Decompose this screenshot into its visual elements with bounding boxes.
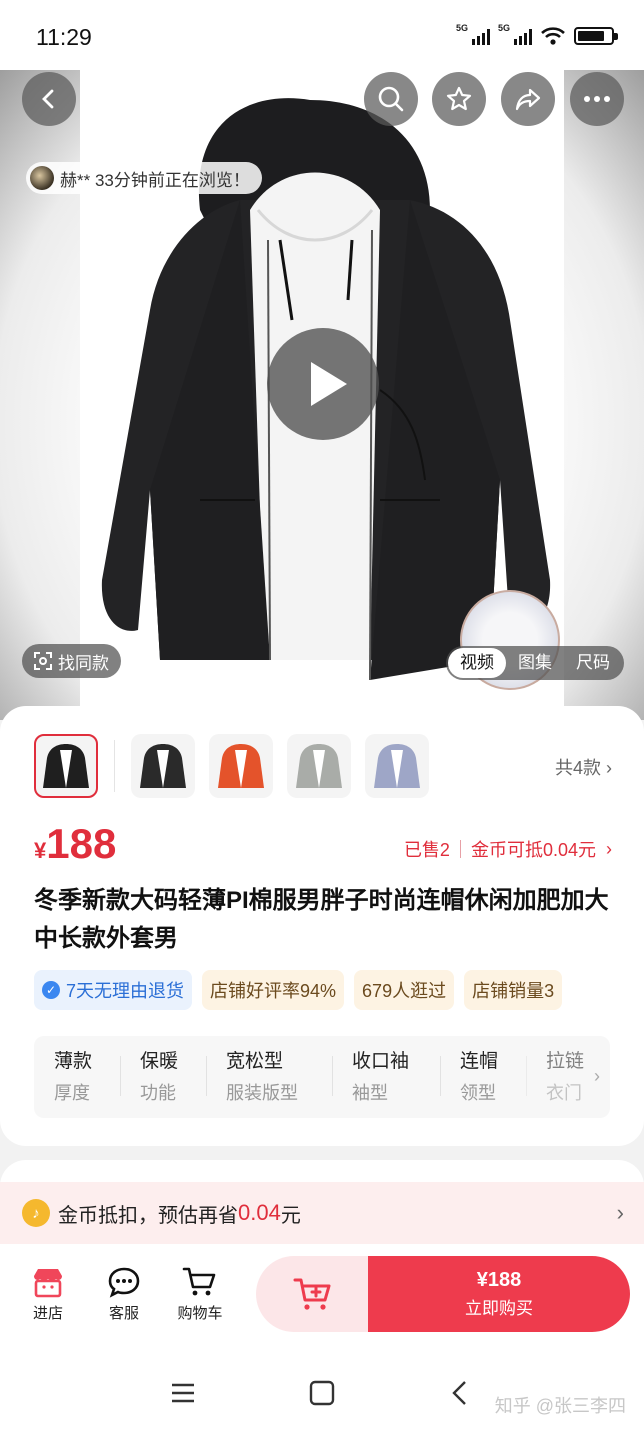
cart-label: 购物车 [177, 1305, 223, 1322]
variant-count-link[interactable]: 共4款 › [555, 754, 612, 780]
avatar [30, 166, 54, 190]
menu-icon[interactable] [170, 1382, 196, 1404]
battery-icon [574, 27, 618, 45]
verified-icon: ✓ [42, 981, 60, 999]
tag-visitors[interactable]: 679人逛过 [354, 970, 455, 1010]
browse-notice-text: 赫** 33分钟前正在浏览！ [60, 170, 250, 190]
coin-bar-amount: 0.04 [238, 1200, 281, 1225]
variant-thumb-gray[interactable] [287, 734, 351, 798]
store-icon [34, 1269, 62, 1298]
tag-rating[interactable]: 店铺好评率94% [202, 970, 345, 1010]
chevron-right-icon: › [606, 838, 612, 859]
action-bar: 进店 客服 购物车 ¥188 立即购买 [0, 1244, 644, 1348]
search-button[interactable] [364, 72, 418, 126]
share-icon [515, 88, 541, 111]
scan-icon [34, 652, 52, 670]
tab-size[interactable]: 尺码 [564, 648, 622, 678]
service-tags: ✓ 7天无理由退货 店铺好评率94% 679人逛过 店铺销量3 [34, 970, 644, 1010]
coin-deduct-bar[interactable]: ♪ 金币抵扣，预估再省 0.04 元 › [0, 1182, 644, 1244]
play-video-button[interactable] [267, 328, 379, 440]
sold-count: 已售2 [403, 840, 450, 860]
status-icons: 5G 5G [456, 23, 618, 46]
service-label: 客服 [108, 1305, 139, 1322]
attr-sleeve: 收口袖 袖型 [332, 1036, 440, 1118]
product-media[interactable]: 赫** 33分钟前正在浏览！ 找同款 视频 图集 尺码 [0, 60, 644, 720]
sales-info[interactable]: 已售2 金币可抵0.04元 › [404, 836, 612, 862]
add-to-cart-button[interactable] [256, 1256, 370, 1332]
variant-thumb-blue[interactable] [365, 734, 429, 798]
cart-add-icon [293, 1278, 331, 1310]
status-time: 11:29 [36, 24, 92, 50]
store-label: 进店 [32, 1305, 63, 1322]
divider [459, 840, 461, 858]
home-icon[interactable] [309, 1380, 335, 1406]
wifi-icon [541, 27, 565, 45]
more-icon [584, 96, 610, 102]
jacket-thumbnail [374, 744, 420, 788]
tag-store-sales[interactable]: 店铺销量3 [464, 970, 563, 1010]
cart-icon [182, 1267, 216, 1296]
signal-icon: 5G [456, 23, 490, 45]
back-button[interactable] [22, 72, 76, 126]
chevron-right-icon: › [594, 1066, 600, 1086]
watermark: 知乎 @张三李四 [494, 1396, 626, 1416]
coin-icon: ♪ [22, 1199, 50, 1227]
chevron-left-icon [42, 89, 54, 109]
back-nav-icon[interactable] [450, 1380, 470, 1406]
attr-collar: 连帽 领型 [440, 1036, 526, 1118]
media-tabs: 视频 图集 尺码 [446, 646, 624, 680]
chat-icon [108, 1267, 140, 1298]
more-button[interactable] [570, 72, 624, 126]
divider [114, 740, 115, 792]
find-same-button[interactable]: 找同款 [22, 644, 121, 678]
jacket-thumbnail [296, 744, 342, 788]
price-value: 188 [46, 820, 117, 867]
star-icon [446, 86, 472, 111]
variant-thumbnails [34, 734, 429, 798]
jacket-thumbnail [140, 744, 186, 788]
variant-thumb-orange[interactable] [209, 734, 273, 798]
share-button[interactable] [501, 72, 555, 126]
buy-now-price: ¥188 [476, 1269, 522, 1291]
variant-count-label: 共4款 [554, 758, 601, 778]
product-title: 冬季新款大码轻薄PI棉服男胖子时尚连帽休闲加肥加大中长款外套男 [34, 887, 609, 952]
product-info-card: 共4款 › ¥188 已售2 金币可抵0.04元 › 冬季新款大码轻薄PI棉服男… [0, 706, 644, 1146]
system-nav-bar: 知乎 @张三李四 [0, 1348, 644, 1433]
cart-button[interactable]: 购物车 [168, 1266, 232, 1323]
buy-now-button[interactable]: ¥188 立即购买 [368, 1256, 630, 1332]
product-attributes[interactable]: 薄款 厚度 保暖 功能 宽松型 服装版型 收口袖 袖型 连帽 领型 拉链 衣门 › [34, 1036, 610, 1118]
coin-deduct-text: 金币可抵0.04元 [470, 840, 596, 860]
store-button[interactable]: 进店 [16, 1266, 80, 1323]
variant-thumb-black-2[interactable] [131, 734, 195, 798]
status-bar: 11:29 5G 5G [0, 0, 644, 70]
favorite-button[interactable] [432, 72, 486, 126]
jacket-thumbnail [43, 744, 89, 788]
jacket-thumbnail [218, 744, 264, 788]
tab-video[interactable]: 视频 [448, 648, 506, 678]
browse-notice: 赫** 33分钟前正在浏览！ [26, 162, 262, 194]
currency-symbol: ¥ [34, 838, 47, 863]
coin-bar-text: 金币抵扣，预估再省 [58, 1204, 238, 1227]
buy-now-label: 立即购买 [465, 1299, 533, 1318]
price: ¥188 [34, 820, 116, 868]
attr-fit: 宽松型 服装版型 [206, 1036, 332, 1118]
coin-bar-unit: 元 [280, 1204, 301, 1227]
search-icon [378, 86, 404, 112]
tag-return-policy[interactable]: ✓ 7天无理由退货 [34, 970, 193, 1010]
chevron-right-icon: › [616, 1200, 624, 1225]
signal-icon: 5G [498, 23, 532, 45]
find-same-label: 找同款 [58, 653, 109, 673]
chevron-right-icon: › [606, 758, 612, 778]
service-button[interactable]: 客服 [92, 1266, 156, 1323]
variant-thumb-black[interactable] [34, 734, 98, 798]
tab-gallery[interactable]: 图集 [506, 648, 564, 678]
attr-thickness: 薄款 厚度 [54, 1051, 93, 1103]
attr-function: 保暖 功能 [120, 1036, 206, 1118]
